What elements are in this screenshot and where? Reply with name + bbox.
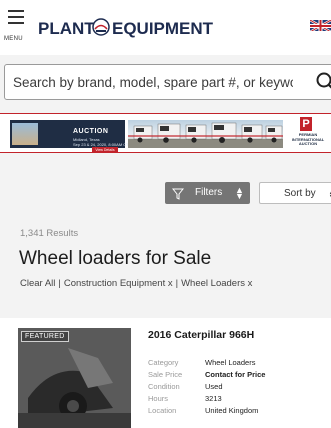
ad-title: AUCTION bbox=[73, 128, 109, 135]
filter-separator: | bbox=[175, 278, 179, 289]
listing-card[interactable]: FEATURED 2016 Caterpillar 966H Category … bbox=[0, 318, 331, 428]
hamburger-icon bbox=[8, 10, 24, 12]
filter-chip-construction-equipment[interactable]: Construction Equipment x bbox=[64, 278, 173, 289]
updown-arrows-icon: ▲▼ bbox=[235, 185, 244, 201]
search-input[interactable] bbox=[13, 72, 293, 92]
search-icon[interactable] bbox=[316, 71, 331, 98]
logo-text-left: PLANT bbox=[38, 19, 95, 38]
spec-value: Wheel Loaders bbox=[205, 358, 256, 367]
logo-text-right: EQUIPMENT bbox=[112, 19, 214, 38]
ad-thumbnail-image bbox=[12, 123, 38, 145]
menu-button[interactable]: MENU bbox=[4, 8, 34, 48]
sort-by-select[interactable]: Sort by ▲▼ bbox=[259, 182, 331, 204]
spec-key: Hours bbox=[148, 394, 169, 403]
spec-key: Sale Price bbox=[148, 370, 183, 379]
ad-brand-name: PERMIAN INTERNATIONAL AUCTION bbox=[291, 132, 325, 146]
menu-label: MENU bbox=[4, 36, 23, 42]
hamburger-icon-line bbox=[8, 16, 24, 18]
spec-key: Category bbox=[148, 358, 179, 367]
site-logo[interactable]: PLANT EQUIPMENT bbox=[38, 12, 218, 42]
spec-value: United Kingdom bbox=[205, 406, 259, 415]
ad-brand-letter: P bbox=[300, 117, 312, 131]
site-header: MENU PLANT EQUIPMENT bbox=[0, 0, 331, 55]
logo-emblem-icon bbox=[92, 18, 110, 36]
sort-by-label: Sort by bbox=[284, 188, 316, 199]
results-count: 1,341 Results bbox=[20, 228, 79, 239]
spec-key: Condition bbox=[148, 382, 180, 391]
spec-value: Contact for Price bbox=[205, 370, 266, 379]
ad-trucks-image bbox=[128, 120, 283, 148]
spec-key: Location bbox=[148, 406, 177, 415]
clear-all-link[interactable]: Clear All bbox=[20, 278, 55, 289]
uk-flag-icon[interactable] bbox=[310, 19, 331, 31]
ad-subtitle: Midland, Texas Sep 23 & 24, 2020, 8:00AM… bbox=[73, 137, 129, 147]
active-filters: Clear All | Construction Equipment x | Wheel… bbox=[20, 278, 252, 289]
spec-value: Used bbox=[205, 382, 223, 391]
filters-button[interactable]: Filters ▲ ▼ bbox=[165, 182, 250, 204]
funnel-icon bbox=[171, 187, 185, 205]
search-bar bbox=[4, 64, 331, 100]
ad-view-details-button[interactable]: View Details bbox=[92, 147, 118, 153]
spec-value: 3213 bbox=[205, 394, 222, 403]
filter-chip-wheel-loaders[interactable]: Wheel Loaders x bbox=[181, 278, 252, 289]
featured-badge: FEATURED bbox=[21, 331, 69, 342]
hamburger-icon-line bbox=[8, 22, 24, 24]
page-title: Wheel loaders for Sale bbox=[19, 248, 212, 269]
filters-label: Filters bbox=[195, 187, 223, 198]
listing-title[interactable]: 2016 Caterpillar 966H bbox=[148, 329, 254, 341]
listing-image[interactable]: FEATURED bbox=[18, 328, 131, 428]
ad-banner[interactable]: AUCTION Midland, Texas Sep 23 & 24, 2020… bbox=[0, 113, 331, 153]
ad-brand-logo: P PERMIAN INTERNATIONAL AUCTION bbox=[288, 117, 324, 149]
ad-auction-panel: AUCTION Midland, Texas Sep 23 & 24, 2020… bbox=[10, 120, 129, 153]
filter-separator: | bbox=[58, 278, 61, 289]
